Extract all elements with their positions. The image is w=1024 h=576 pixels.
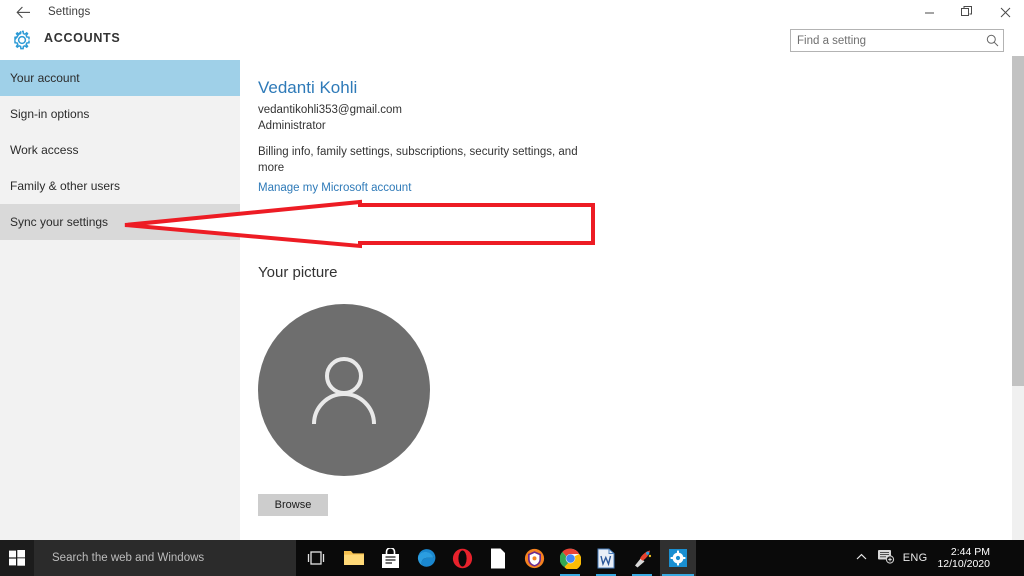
sidebar-item-sign-in-options[interactable]: Sign-in options — [0, 96, 240, 132]
language-indicator[interactable]: ENG — [903, 552, 928, 564]
word-document-icon[interactable] — [588, 540, 624, 576]
minimize-button[interactable] — [910, 0, 948, 24]
action-center-icon[interactable] — [1004, 540, 1018, 576]
opera-icon[interactable] — [444, 540, 480, 576]
close-button[interactable] — [986, 0, 1024, 24]
task-view-icon[interactable] — [296, 540, 336, 576]
sidebar-item-label: Work access — [10, 143, 79, 157]
sidebar-item-sync-your-settings[interactable]: Sync your settings — [0, 204, 240, 240]
search-box[interactable] — [790, 29, 1004, 52]
person-avatar-icon — [298, 342, 390, 439]
settings-gear-icon[interactable] — [660, 540, 696, 576]
window-title: Settings — [48, 6, 91, 18]
sidebar-nav: Your account Sign-in options Work access… — [0, 60, 240, 540]
notification-network-icon[interactable] — [877, 548, 895, 569]
account-name: Vedanti Kohli — [258, 78, 358, 97]
gear-icon — [10, 28, 34, 52]
microsoft-store-icon[interactable] — [372, 540, 408, 576]
settings-window: Settings ACCOUNTS Find a setting Your ac… — [0, 0, 1024, 540]
system-tray: ENG 2:44 PM 12/10/2020 — [854, 540, 1024, 576]
search-input[interactable] — [791, 30, 981, 51]
file-explorer-icon[interactable] — [336, 540, 372, 576]
avatar — [258, 304, 430, 476]
account-description: Billing info, family settings, subscript… — [258, 146, 578, 174]
account-role: Administrator — [258, 120, 326, 132]
content-scrollbar[interactable]: ▲ — [1012, 56, 1024, 540]
content-pane: Vedanti Kohli vedantikohli353@gmail.com … — [240, 56, 1012, 540]
chevron-up-icon[interactable] — [854, 553, 869, 563]
clock-date: 12/10/2020 — [937, 558, 990, 570]
windows-start-icon[interactable] — [0, 540, 34, 576]
sidebar-item-work-access[interactable]: Work access — [0, 132, 240, 168]
restore-button[interactable] — [948, 0, 986, 24]
taskbar-search-box[interactable]: Search the web and Windows — [34, 540, 296, 576]
sidebar-item-label: Family & other users — [10, 179, 121, 193]
manage-microsoft-account-link[interactable]: Manage my Microsoft account — [258, 182, 411, 194]
browse-button[interactable]: Browse — [258, 494, 328, 516]
your-picture-heading: Your picture — [258, 264, 338, 281]
app-header: ACCOUNTS — [0, 24, 1024, 56]
clock[interactable]: 2:44 PM 12/10/2020 — [935, 546, 996, 570]
sidebar-item-label: Your account — [10, 71, 80, 85]
sidebar-item-label: Sync your settings — [10, 215, 109, 229]
chrome-icon[interactable] — [552, 540, 588, 576]
taskbar-search-placeholder: Search the web and Windows — [52, 552, 205, 564]
account-email: vedantikohli353@gmail.com — [258, 104, 402, 116]
sidebar-item-family-other-users[interactable]: Family & other users — [0, 168, 240, 204]
page-title: ACCOUNTS — [44, 31, 121, 45]
title-bar: Settings — [0, 0, 1024, 24]
screen: Settings ACCOUNTS Find a setting Your ac… — [0, 0, 1024, 576]
paint-icon[interactable] — [624, 540, 660, 576]
clock-time: 2:44 PM — [950, 546, 990, 558]
scrollbar-thumb[interactable] — [1012, 56, 1024, 386]
avast-shield-icon[interactable] — [516, 540, 552, 576]
sidebar-item-your-account[interactable]: Your account — [0, 60, 240, 96]
window-controls — [910, 0, 1024, 24]
edge-icon[interactable] — [408, 540, 444, 576]
document-icon[interactable] — [480, 540, 516, 576]
sidebar-item-label: Sign-in options — [10, 107, 90, 121]
search-icon[interactable] — [981, 30, 1003, 51]
back-arrow-icon[interactable] — [0, 0, 46, 24]
taskbar: Search the web and Windows ENG 2:44 PM 1… — [0, 540, 1024, 576]
